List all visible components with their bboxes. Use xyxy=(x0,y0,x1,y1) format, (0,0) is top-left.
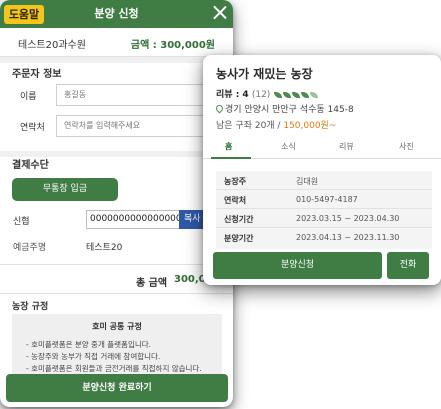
farm-tabs: 홈 소식 리뷰 사진 xyxy=(203,137,441,159)
tab-photos[interactable]: 사진 xyxy=(399,141,414,152)
apply-button[interactable]: 분양신청 xyxy=(213,252,382,279)
leaf-icon xyxy=(301,91,310,98)
info-row: 농장주 김대원 xyxy=(216,171,432,190)
close-icon[interactable] xyxy=(213,5,227,19)
stock-info: 남은 구좌 20개 / 150,000원~ xyxy=(216,118,336,131)
stock-price: 150,000원~ xyxy=(283,121,337,131)
modal-title: 분양 신청 xyxy=(94,7,139,20)
review-rating: 리뷰 : 4 (12) xyxy=(216,87,319,100)
farm-address: 경기 안양시 만안구 석수동 145-8 xyxy=(214,102,354,115)
policy-title: 호미 공통 규정 xyxy=(92,322,142,331)
modal-header: 도움말 분양 신청 xyxy=(0,0,233,28)
policy-line: - 호미플랫폼은 회원들과 금전거래를 직접하지 않습니다. xyxy=(26,364,202,373)
total-label: 총 금액 xyxy=(136,278,168,289)
phone-row: 연락처 연락처를 입력해주세요 xyxy=(0,111,233,141)
info-row: 연락처 010-5497-4187 xyxy=(216,190,432,209)
info-row: 분양기간 2023.04.13 ~ 2023.11.30 xyxy=(216,228,432,247)
depositor-value: 테스트20 xyxy=(86,243,123,253)
policy-section-title: 농장 규정 xyxy=(12,302,49,312)
info-value: 2023.04.13 ~ 2023.11.30 xyxy=(296,233,400,242)
stock-text: 남은 구좌 20개 / xyxy=(216,121,281,131)
order-modal: 도움말 분양 신청 테스트20과수원 금액 : 300,000원 주문자 정보 … xyxy=(0,0,233,407)
leaf-icon xyxy=(274,91,283,98)
tab-reviews[interactable]: 리뷰 xyxy=(339,141,354,152)
review-label: 리뷰 : 4 xyxy=(216,90,249,100)
info-value: 2023.03.15 ~ 2023.04.30 xyxy=(296,214,400,223)
account-number-field: 0000000000000000 xyxy=(86,210,182,229)
address-text: 경기 안양시 만안구 석수동 145-8 xyxy=(225,105,354,115)
info-label: 신청기간 xyxy=(224,215,254,224)
farm-card: 농사가 재밌는 농장 리뷰 : 4 (12) 경기 안양시 만안구 석수동 14… xyxy=(203,55,441,285)
leaf-icon xyxy=(310,91,319,98)
review-count: (12) xyxy=(251,90,271,100)
phone-label: 연락처 xyxy=(20,123,45,133)
leaf-icon xyxy=(292,91,301,98)
farm-name: 농사가 재밌는 농장 xyxy=(216,67,313,81)
amount-value: 300,000원 xyxy=(160,40,215,51)
info-label: 연락처 xyxy=(224,196,247,205)
product-amount: 금액 : 300,000원 xyxy=(131,36,215,51)
name-row: 이름 홍길동 xyxy=(0,80,233,110)
call-button[interactable]: 전화 xyxy=(387,252,429,279)
orderer-section-title: 주문자 정보 xyxy=(12,69,62,80)
info-value: 김대원 xyxy=(296,177,319,186)
info-label: 농장주 xyxy=(224,177,247,186)
tab-news[interactable]: 소식 xyxy=(281,141,296,152)
policy-line: - 호미플랫폼은 분양 중개 플랫폼입니다. xyxy=(26,340,152,349)
active-tab-indicator xyxy=(211,157,251,159)
product-name: 테스트20과수원 xyxy=(18,40,86,51)
bank-transfer-button[interactable]: 무통장 입금 xyxy=(12,178,118,201)
info-label: 분양기간 xyxy=(224,234,254,243)
payment-section-title: 결제수단 xyxy=(12,160,49,171)
info-row: 신청기간 2023.03.15 ~ 2023.04.30 xyxy=(216,209,432,228)
complete-application-button[interactable]: 분양신청 완료하기 xyxy=(6,374,228,402)
leaf-icon xyxy=(283,91,292,98)
bank-name: 신협 xyxy=(13,217,30,227)
name-label: 이름 xyxy=(20,92,37,102)
depositor-label: 예금주명 xyxy=(13,243,47,253)
tab-home[interactable]: 홈 xyxy=(225,141,232,152)
total-row: 총 금액 300,000 xyxy=(0,264,233,294)
location-pin-icon xyxy=(214,103,225,114)
farm-info-table: 농장주 김대원 연락처 010-5497-4187 신청기간 2023.03.1… xyxy=(216,171,432,249)
info-value: 010-5497-4187 xyxy=(296,195,358,204)
amount-label: 금액 : xyxy=(130,40,157,51)
policy-line: - 농장주와 농부가 직접 거래에 참여합니다. xyxy=(26,352,161,361)
product-summary: 테스트20과수원 금액 : 300,000원 xyxy=(0,28,233,57)
